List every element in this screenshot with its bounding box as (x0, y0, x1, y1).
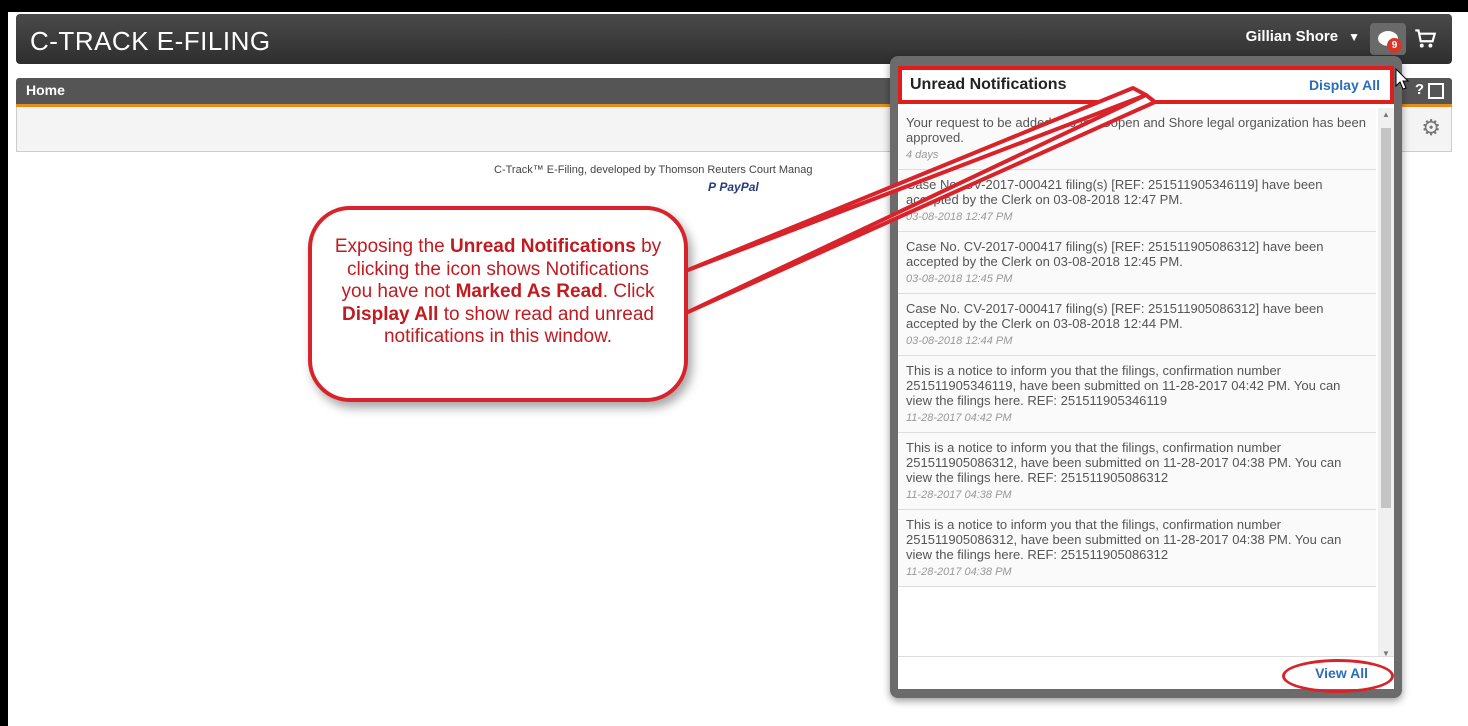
notification-time: 11-28-2017 04:38 PM (906, 489, 1012, 501)
notification-item[interactable]: This is a notice to inform you that the … (898, 433, 1376, 510)
paypal-icon: P (708, 180, 717, 194)
notification-text: Case No. CV-2017-000421 filing(s) [REF: … (906, 177, 1323, 207)
notification-item[interactable]: Your request to be added into the Copen … (898, 108, 1376, 170)
callout-text-3: . Click (602, 281, 655, 302)
notifications-header: Unread Notifications Display All (898, 66, 1394, 104)
notifications-panel-body: Unread Notifications Display All Your re… (898, 66, 1394, 693)
notification-item[interactable]: This is a notice to inform you that the … (898, 356, 1376, 433)
callout-bold-3: Display All (342, 303, 439, 325)
paypal-logo: P PayPal (708, 180, 759, 194)
notification-time: 11-28-2017 04:38 PM (906, 566, 1012, 578)
home-title: Home (26, 82, 65, 98)
notifications-button[interactable]: 9 (1370, 23, 1406, 55)
view-all-highlight-circle (1282, 659, 1394, 693)
notification-item[interactable]: Case No. CV-2017-000417 filing(s) [REF: … (898, 232, 1376, 294)
notifications-badge: 9 (1387, 38, 1402, 53)
gear-icon[interactable]: ⚙ (1421, 115, 1441, 141)
notification-time: 03-08-2018 12:45 PM (906, 273, 1013, 285)
notifications-title: Unread Notifications (910, 76, 1067, 93)
user-menu[interactable]: Gillian Shore ▼ (1246, 28, 1360, 45)
notification-item[interactable]: Case No. CV-2017-000421 filing(s) [REF: … (898, 170, 1376, 232)
callout-text-1: Exposing the (334, 236, 450, 257)
notification-time: 4 days (906, 149, 939, 161)
expand-icon[interactable] (1428, 83, 1444, 99)
callout-bold-1: Unread Notifications (449, 236, 636, 257)
notification-scrollbar[interactable]: ▲ ▼ (1378, 108, 1394, 660)
mouse-cursor-icon (1395, 68, 1410, 90)
app-logo[interactable]: C-TRACK E-FILING (30, 26, 271, 57)
notification-text: Case No. CV-2017-000417 filing(s) [REF: … (906, 301, 1324, 331)
notification-item[interactable]: Case No. CV-2017-000417 filing(s) [REF: … (898, 294, 1376, 356)
notification-text: This is a notice to inform you that the … (906, 440, 1342, 485)
cart-icon (1415, 29, 1437, 48)
notification-time: 03-08-2018 12:44 PM (906, 335, 1013, 347)
notification-text: This is a notice to inform you that the … (906, 517, 1342, 562)
scrollbar-thumb[interactable] (1381, 128, 1391, 508)
footer-text: C-Track™ E-Filing, developed by Thomson … (494, 164, 813, 176)
callout-bold-2: Marked As Read (455, 281, 603, 302)
annotation-callout: Exposing the Unread Notifications by cli… (308, 206, 688, 402)
notification-time: 03-08-2018 12:47 PM (906, 211, 1013, 223)
notifications-dropdown: Unread Notifications Display All Your re… (890, 56, 1402, 698)
chevron-down-icon: ▼ (1348, 30, 1360, 44)
notification-list[interactable]: Your request to be added into the Copen … (898, 108, 1376, 658)
scroll-up-icon[interactable]: ▲ (1382, 110, 1390, 119)
cart-button[interactable] (1412, 25, 1440, 53)
user-name: Gillian Shore (1245, 28, 1339, 45)
notification-text: Your request to be added into the Copen … (906, 115, 1366, 145)
help-icon[interactable]: ? (1415, 81, 1424, 98)
display-all-link[interactable]: Display All (1309, 77, 1380, 93)
notification-item[interactable]: This is a notice to inform you that the … (898, 510, 1376, 587)
paypal-label: PayPal (719, 180, 759, 194)
notification-time: 11-28-2017 04:42 PM (906, 412, 1012, 424)
notification-text: Case No. CV-2017-000417 filing(s) [REF: … (906, 239, 1324, 269)
notifications-footer: View All (898, 656, 1394, 693)
notification-text: This is a notice to inform you that the … (906, 363, 1341, 408)
